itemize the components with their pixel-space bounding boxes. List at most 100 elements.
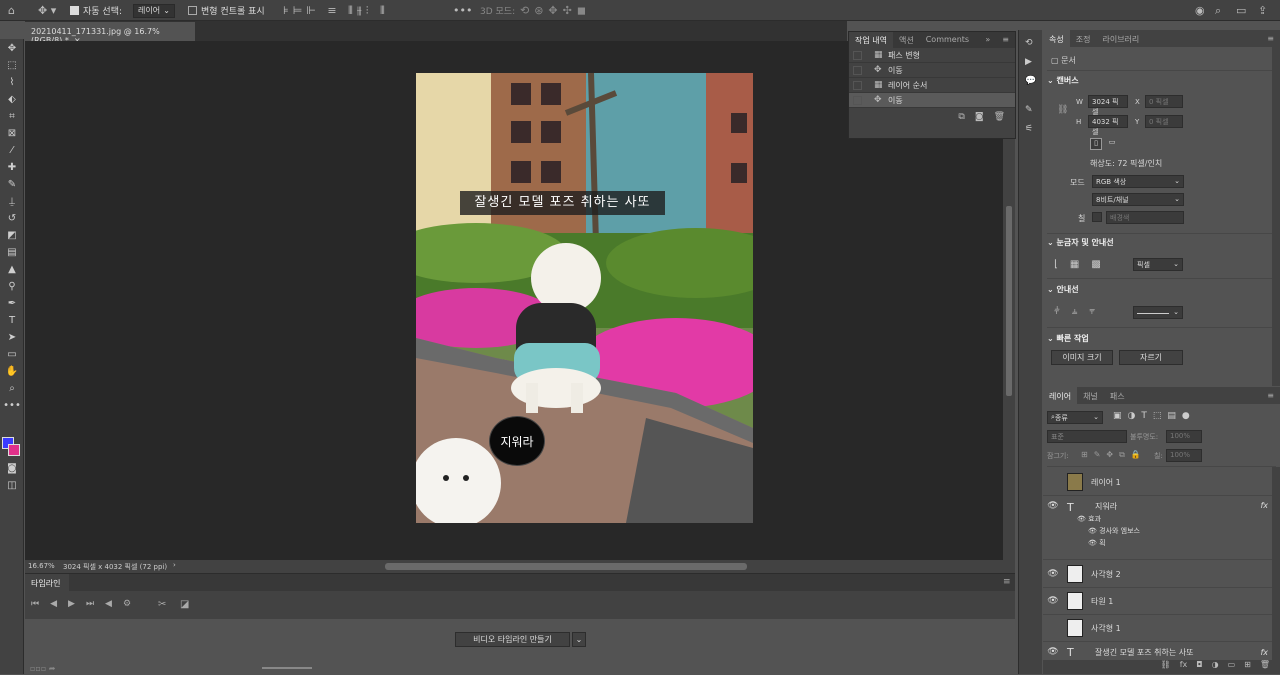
- x-input[interactable]: 0 픽셀: [1145, 95, 1183, 108]
- camera-icon[interactable]: ◙: [975, 112, 984, 122]
- lock-icons[interactable]: ⊞✎✥⧉🔒: [1081, 450, 1147, 460]
- history-brush-tool-icon[interactable]: ↺: [3, 211, 21, 227]
- adjust-panel-icon[interactable]: ⚟: [1025, 124, 1033, 134]
- portrait-icon[interactable]: ▯: [1090, 138, 1102, 150]
- brush-panel-icon[interactable]: ✎: [1025, 105, 1033, 115]
- speech-bubble-layer[interactable]: 지워라: [489, 416, 545, 466]
- new-document-icon[interactable]: ⧉: [958, 112, 964, 122]
- delete-layer-icon[interactable]: 🗑: [1260, 660, 1270, 674]
- move-tool-icon[interactable]: ✥: [3, 41, 21, 57]
- transform-controls-checkbox[interactable]: 변형 컨트롤 표시: [188, 3, 265, 18]
- tab-channels[interactable]: 채널: [1077, 387, 1104, 404]
- user-icon[interactable]: ◉: [1195, 3, 1205, 18]
- eye-icon[interactable]: 👁: [1043, 501, 1063, 511]
- opacity-input[interactable]: 100%: [1166, 430, 1202, 443]
- gradient-tool-icon[interactable]: ▤: [3, 245, 21, 261]
- ruler-grid-icons[interactable]: ⌊▦▩: [1054, 259, 1113, 270]
- adjustment-layer-icon[interactable]: ◑: [1212, 660, 1219, 674]
- horizontal-scroll-thumb[interactable]: [385, 563, 747, 570]
- eye-icon[interactable]: 👁: [1043, 569, 1063, 579]
- tab-history[interactable]: 작업 내역: [849, 32, 893, 48]
- guide-style-dropdown[interactable]: ⌄: [1133, 306, 1183, 319]
- zoom-tool-icon[interactable]: ⌕: [3, 381, 21, 397]
- hand-tool-icon[interactable]: ✋: [3, 364, 21, 380]
- fill-dropdown[interactable]: 배경색: [1106, 211, 1184, 224]
- share-icon[interactable]: ⇪: [1258, 3, 1267, 18]
- tab-libraries[interactable]: 라이브러리: [1096, 30, 1145, 47]
- path-select-tool-icon[interactable]: ➤: [3, 330, 21, 346]
- history-panel-icon[interactable]: ⟲: [1025, 38, 1033, 48]
- crop-button[interactable]: 자르기: [1119, 350, 1183, 365]
- frame-tool-icon[interactable]: ⊠: [3, 126, 21, 142]
- timeline-menu-icon[interactable]: ≡: [1003, 577, 1011, 587]
- history-item[interactable]: ✥ 이동: [849, 63, 1015, 78]
- document-image[interactable]: 잘생긴 모델 포즈 취하는 사또 지워라: [416, 73, 753, 523]
- screen-mode-icon[interactable]: ◫: [3, 478, 21, 494]
- layer-row[interactable]: 👁 T 지워라 fx 👁 효과 👁 경사와 엠보스 👁 획: [1043, 496, 1280, 560]
- lasso-tool-icon[interactable]: ⌇: [3, 75, 21, 91]
- properties-scrollbar[interactable]: [1272, 47, 1280, 386]
- y-input[interactable]: 0 픽셀: [1145, 115, 1183, 128]
- landscape-icon[interactable]: ▭: [1106, 138, 1118, 150]
- crop-tool-icon[interactable]: ⌗: [3, 109, 21, 125]
- actions-panel-icon[interactable]: ▶: [1025, 57, 1032, 67]
- width-input[interactable]: 3024 픽셀: [1088, 95, 1128, 116]
- align-icons[interactable]: ⊧⊨⊩ ≡ ⫴⫵⫶ ⦀: [283, 3, 389, 18]
- bevel-emboss-item[interactable]: 👁 경사와 엠보스: [1088, 526, 1140, 536]
- layer-fill-input[interactable]: 100%: [1166, 449, 1202, 462]
- fill-swatch[interactable]: [1092, 212, 1102, 222]
- timeline-zoom-icons[interactable]: ▫▫▫ ➦: [30, 664, 56, 673]
- tab-adjustments[interactable]: 조정: [1070, 30, 1097, 47]
- home-icon[interactable]: ⌂: [8, 3, 15, 18]
- pen-tool-icon[interactable]: ✒: [3, 296, 21, 312]
- auto-select-dropdown[interactable]: 레이어 ⌄: [133, 3, 175, 18]
- effects-item[interactable]: 👁 효과: [1077, 514, 1101, 524]
- layer-row[interactable]: 👁 타원 1: [1043, 588, 1280, 615]
- tab-paths[interactable]: 패스: [1104, 387, 1131, 404]
- mode-dropdown[interactable]: RGB 색상 ⌄: [1092, 175, 1184, 188]
- fx-icon[interactable]: fx: [1260, 501, 1268, 510]
- status-menu-icon[interactable]: ›: [173, 561, 176, 569]
- eyedropper-tool-icon[interactable]: ⁄: [3, 143, 21, 159]
- background-color-swatch[interactable]: [8, 444, 20, 456]
- history-snapshot-checkbox[interactable]: [853, 80, 862, 90]
- mask-icon[interactable]: ◘: [1196, 660, 1202, 674]
- eraser-tool-icon[interactable]: ◩: [3, 228, 21, 244]
- blur-tool-icon[interactable]: ▲: [3, 262, 21, 278]
- tab-actions[interactable]: 액션: [893, 32, 920, 48]
- layers-menu-icon[interactable]: ≡: [1261, 387, 1280, 404]
- image-size-button[interactable]: 이미지 크기: [1051, 350, 1113, 365]
- search-icon[interactable]: ⌕: [1215, 3, 1221, 18]
- brush-tool-icon[interactable]: ✎: [3, 177, 21, 193]
- create-video-timeline-button[interactable]: 비디오 타임라인 만들기: [455, 632, 570, 647]
- guide-icons[interactable]: ⫩⫨⫧: [1054, 306, 1107, 317]
- canvas-section-header[interactable]: ⌄ 캔버스: [1047, 75, 1079, 86]
- properties-menu-icon[interactable]: ≡: [1261, 30, 1280, 47]
- rulers-section-header[interactable]: ⌄ 눈금자 및 안내선: [1047, 237, 1114, 248]
- dodge-tool-icon[interactable]: ⚲: [3, 279, 21, 295]
- group-icon[interactable]: ▭: [1228, 660, 1236, 674]
- new-layer-icon[interactable]: ⊞: [1244, 660, 1251, 674]
- timeline-playback-icons[interactable]: ⏮◀▶⏭◀⚙: [31, 599, 142, 609]
- more-tools-icon[interactable]: •••: [3, 398, 21, 414]
- document-tab[interactable]: 20210411_171331.jpg @ 16.7% (RGB/8) *×: [25, 22, 195, 45]
- caption-text-layer[interactable]: 잘생긴 모델 포즈 취하는 사또: [460, 191, 665, 215]
- history-snapshot-checkbox[interactable]: [853, 95, 862, 105]
- timeline-zoom-slider[interactable]: [262, 667, 312, 669]
- history-item[interactable]: ▦ 레이어 순서: [849, 78, 1015, 93]
- layer-filter-icons[interactable]: ▣◑T⬚▤●: [1113, 411, 1196, 421]
- auto-select-checkbox[interactable]: 자동 선택:: [70, 3, 122, 18]
- quick-select-tool-icon[interactable]: ⬖: [3, 92, 21, 108]
- history-item-current[interactable]: ✥ 이동: [849, 93, 1015, 108]
- quick-actions-section-header[interactable]: ⌄ 빠른 작업: [1047, 333, 1089, 344]
- layer-filter-dropdown[interactable]: ⌕ 종류 ⌄: [1047, 411, 1103, 424]
- height-input[interactable]: 4032 픽셀: [1088, 115, 1128, 136]
- panel-menu-icon[interactable]: ≡: [996, 32, 1015, 48]
- collapse-panel-icon[interactable]: »: [979, 32, 996, 48]
- more-options-icon[interactable]: •••: [453, 3, 472, 18]
- vertical-scroll-thumb[interactable]: [1006, 206, 1012, 396]
- healing-tool-icon[interactable]: ✚: [3, 160, 21, 176]
- history-snapshot-checkbox[interactable]: [853, 50, 862, 60]
- blend-mode-dropdown[interactable]: 표준: [1047, 430, 1127, 443]
- type-tool-icon[interactable]: T: [3, 313, 21, 329]
